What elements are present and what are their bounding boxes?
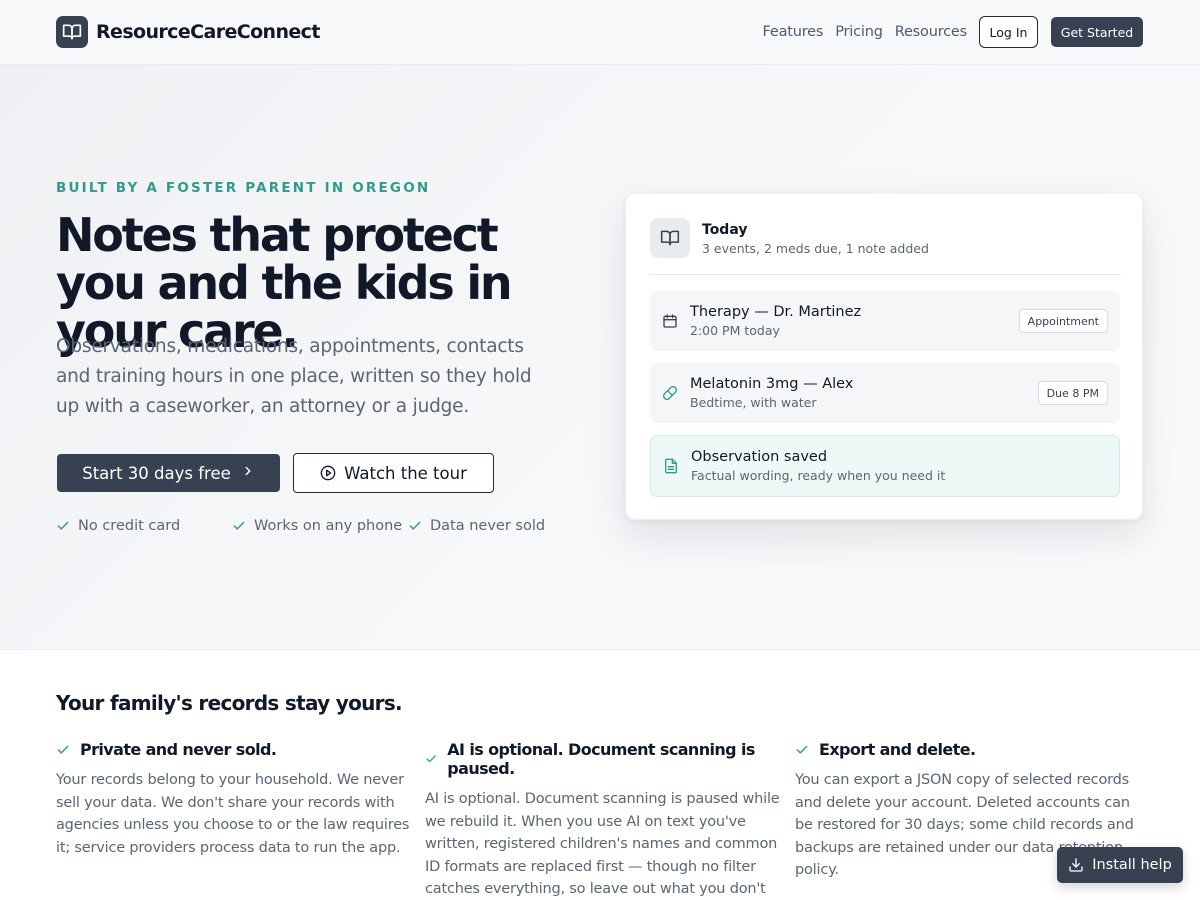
chevron-right-icon xyxy=(241,464,255,482)
feature-private: Private and never sold. Your records bel… xyxy=(56,740,411,859)
item-title: Therapy — Dr. Martinez xyxy=(690,304,862,320)
feature-heading: Private and never sold. xyxy=(80,740,277,759)
card-subtitle: 3 events, 2 meds due, 1 note added xyxy=(702,241,929,256)
item-badge: Appointment xyxy=(1018,309,1108,333)
hero-section: BUILT BY A FOSTER PARENT IN OREGON Notes… xyxy=(0,65,1200,650)
calendar-icon xyxy=(662,313,678,329)
card-title: Today xyxy=(702,222,748,238)
item-title: Melatonin 3mg — Alex xyxy=(690,376,854,392)
features-title: Your family's records stay yours. xyxy=(56,691,403,715)
hero-assurances: No credit card Works on any phone Data n… xyxy=(56,518,545,534)
install-help-label: Install help xyxy=(1092,857,1172,873)
nav-link-pricing[interactable]: Pricing xyxy=(835,24,883,40)
top-nav: Features Pricing Resources Log In Get St… xyxy=(763,16,1143,48)
item-detail: Factual wording, ready when you need it xyxy=(691,468,946,483)
play-circle-icon xyxy=(320,465,336,481)
item-detail: Bedtime, with water xyxy=(690,395,817,410)
watch-tour-button[interactable]: Watch the tour xyxy=(293,453,494,493)
assurance-data-never-sold: Data never sold xyxy=(408,518,545,534)
feature-heading: AI is optional. Document scanning is pau… xyxy=(447,740,755,778)
get-started-button[interactable]: Get Started xyxy=(1051,17,1143,47)
feature-body: AI is optional. Document scanning is pau… xyxy=(425,791,780,898)
open-book-icon xyxy=(650,218,690,258)
brand-name: ResourceCareConnect xyxy=(96,21,320,43)
site-header: ResourceCareConnect Features Pricing Res… xyxy=(0,0,1200,65)
nav-link-features[interactable]: Features xyxy=(763,24,824,40)
list-item-appointment[interactable]: Therapy — Dr. Martinez 2:00 PM today App… xyxy=(650,291,1120,351)
open-book-logo-icon xyxy=(56,16,88,48)
feature-heading: Export and delete. xyxy=(819,740,976,759)
feature-body: Your records belong to your household. W… xyxy=(56,772,410,856)
assurance-any-phone: Works on any phone xyxy=(232,518,408,534)
hero-eyebrow: BUILT BY A FOSTER PARENT IN OREGON xyxy=(56,180,431,196)
check-icon xyxy=(409,521,421,530)
download-icon xyxy=(1069,858,1083,872)
document-icon xyxy=(663,458,679,474)
install-help-button[interactable]: Install help xyxy=(1057,847,1183,883)
check-icon xyxy=(796,745,808,754)
pill-icon xyxy=(662,385,678,401)
check-icon xyxy=(57,745,69,754)
watch-tour-label: Watch the tour xyxy=(344,463,467,483)
today-preview-card: Today 3 events, 2 meds due, 1 note added… xyxy=(625,193,1143,520)
item-badge: Due 8 PM xyxy=(1037,381,1108,405)
item-detail: 2:00 PM today xyxy=(690,323,780,338)
login-button[interactable]: Log In xyxy=(979,16,1038,48)
brand[interactable]: ResourceCareConnect xyxy=(56,16,320,48)
card-header: Today 3 events, 2 meds due, 1 note added xyxy=(650,218,1121,275)
item-title: Observation saved xyxy=(691,449,828,465)
list-item-medication[interactable]: Melatonin 3mg — Alex Bedtime, with water… xyxy=(650,363,1120,423)
assurance-no-credit-card: No credit card xyxy=(56,518,232,534)
check-icon xyxy=(57,521,69,530)
nav-link-resources[interactable]: Resources xyxy=(895,24,967,40)
hero-subtext: Observations, medications, appointments,… xyxy=(56,336,532,417)
check-icon xyxy=(233,521,245,530)
list-item-observation[interactable]: Observation saved Factual wording, ready… xyxy=(650,435,1120,497)
feature-ai-optional: AI is optional. Document scanning is pau… xyxy=(425,740,780,900)
check-icon xyxy=(426,755,436,763)
start-free-label: Start 30 days free xyxy=(82,463,231,483)
start-free-button[interactable]: Start 30 days free xyxy=(57,454,280,492)
